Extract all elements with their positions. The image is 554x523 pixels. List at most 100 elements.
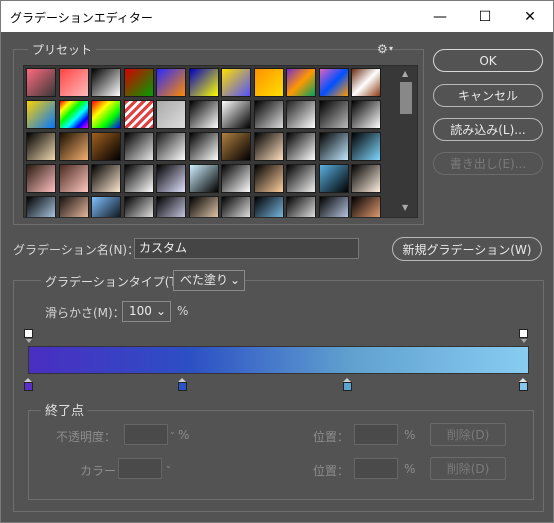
- preset-swatch[interactable]: [156, 68, 186, 97]
- preset-swatch[interactable]: [253, 68, 284, 97]
- preset-swatch[interactable]: [156, 100, 186, 129]
- preset-swatch[interactable]: [351, 196, 381, 217]
- gradient-preview-bar[interactable]: [28, 346, 529, 374]
- scroll-up-icon[interactable]: ▲: [402, 69, 408, 78]
- minimize-button[interactable]: —: [417, 1, 463, 32]
- new-gradient-button[interactable]: 新規グラデーション(W): [392, 237, 542, 261]
- preset-swatch[interactable]: [318, 100, 349, 129]
- preset-swatch[interactable]: [91, 164, 121, 193]
- preset-swatch[interactable]: [253, 196, 284, 217]
- color-stop-1[interactable]: [24, 378, 33, 391]
- opacity-stop-right[interactable]: [519, 329, 528, 343]
- color-swatch-input[interactable]: [118, 458, 162, 479]
- opacity-unit: %: [178, 428, 190, 442]
- load-button[interactable]: 読み込み(L)...: [433, 118, 543, 141]
- preset-swatch[interactable]: [221, 68, 251, 97]
- preset-swatch[interactable]: [58, 132, 89, 161]
- preset-swatch[interactable]: [91, 100, 121, 129]
- opacity-location-unit: %: [404, 428, 416, 442]
- preset-swatch[interactable]: [286, 68, 316, 97]
- gradient-editor-window: グラデーションエディター — ☐ ✕ プリセット ⚙ ▾ ▲ ▼ OK キャンセ…: [0, 0, 554, 523]
- preset-swatch[interactable]: [318, 164, 349, 193]
- preset-swatch[interactable]: [58, 100, 89, 129]
- preset-swatch[interactable]: [253, 100, 284, 129]
- preset-swatch[interactable]: [188, 164, 219, 193]
- scroll-thumb[interactable]: [400, 82, 412, 114]
- preset-swatch[interactable]: [123, 68, 154, 97]
- preset-swatch[interactable]: [286, 164, 316, 193]
- preset-swatch[interactable]: [26, 68, 56, 97]
- chevron-down-icon[interactable]: ▾: [389, 44, 393, 53]
- preset-swatch[interactable]: [318, 68, 349, 97]
- preset-swatch[interactable]: [318, 196, 349, 217]
- gradient-name-label: グラデーション名(N)：: [13, 243, 140, 257]
- preset-swatch[interactable]: [286, 132, 316, 161]
- preset-swatch[interactable]: [58, 196, 89, 217]
- color-stop-3[interactable]: [343, 378, 352, 391]
- gear-icon[interactable]: ⚙: [377, 42, 388, 56]
- preset-swatch[interactable]: [286, 196, 316, 217]
- preset-swatch[interactable]: [221, 100, 251, 129]
- preset-swatch[interactable]: [156, 132, 186, 161]
- preset-swatch[interactable]: [26, 132, 56, 161]
- gradient-type-select[interactable]: べた塗り ⌄: [173, 270, 245, 291]
- maximize-button[interactable]: ☐: [462, 1, 508, 32]
- color-stop-2[interactable]: [178, 378, 187, 391]
- preset-swatch[interactable]: [58, 164, 89, 193]
- color-location-input[interactable]: [354, 458, 398, 479]
- ok-button[interactable]: OK: [433, 49, 543, 72]
- opacity-input[interactable]: [124, 424, 168, 445]
- preset-swatch[interactable]: [351, 132, 381, 161]
- delete-opacity-stop-button[interactable]: 削除(D): [430, 423, 506, 446]
- preset-scrollbar[interactable]: ▲ ▼: [397, 66, 415, 215]
- window-title: グラデーションエディター: [10, 11, 153, 25]
- opacity-label: 不透明度：: [56, 430, 117, 444]
- preset-swatch[interactable]: [123, 132, 154, 161]
- cancel-button[interactable]: キャンセル: [433, 84, 543, 107]
- smoothness-label: 滑らかさ(M)：: [45, 306, 125, 320]
- preset-swatch[interactable]: [318, 132, 349, 161]
- preset-swatch[interactable]: [156, 164, 186, 193]
- preset-grid: [23, 65, 418, 218]
- gradient-name-input[interactable]: カスタム: [134, 238, 359, 259]
- preset-swatch[interactable]: [188, 196, 219, 217]
- preset-swatch[interactable]: [253, 132, 284, 161]
- preset-swatch[interactable]: [221, 132, 251, 161]
- preset-swatch[interactable]: [188, 132, 219, 161]
- preset-swatch[interactable]: [221, 196, 251, 217]
- color-stop-swatch: [519, 382, 528, 391]
- preset-swatch[interactable]: [188, 100, 219, 129]
- preset-swatch[interactable]: [123, 100, 154, 129]
- delete-color-stop-button[interactable]: 削除(D): [430, 457, 506, 480]
- preset-swatch[interactable]: [286, 100, 316, 129]
- preset-swatch[interactable]: [156, 196, 186, 217]
- preset-swatch[interactable]: [351, 164, 381, 193]
- save-button[interactable]: 書き出し(E)...: [433, 152, 543, 175]
- preset-swatch[interactable]: [26, 164, 56, 193]
- color-location-label: 位置：: [313, 464, 350, 478]
- preset-swatch[interactable]: [123, 164, 154, 193]
- smoothness-input[interactable]: 100 ⌄: [122, 301, 171, 322]
- preset-swatch[interactable]: [221, 164, 251, 193]
- preset-swatch[interactable]: [91, 196, 121, 217]
- preset-swatch[interactable]: [351, 100, 381, 129]
- opacity-location-input[interactable]: [354, 424, 398, 445]
- preset-swatch[interactable]: [58, 68, 89, 97]
- preset-swatch[interactable]: [351, 68, 381, 97]
- preset-swatch[interactable]: [91, 68, 121, 97]
- preset-swatch[interactable]: [91, 132, 121, 161]
- color-stop-4[interactable]: [519, 378, 528, 391]
- scroll-down-icon[interactable]: ▼: [402, 203, 408, 212]
- preset-swatch[interactable]: [123, 196, 154, 217]
- preset-swatch[interactable]: [26, 196, 56, 217]
- chevron-down-icon: ⌄: [169, 427, 176, 436]
- preset-swatch[interactable]: [253, 164, 284, 193]
- smoothness-unit: %: [177, 304, 189, 318]
- color-location-unit: %: [404, 462, 416, 476]
- chevron-down-icon: ⌄: [229, 273, 240, 287]
- preset-swatch[interactable]: [26, 100, 56, 129]
- close-button[interactable]: ✕: [507, 1, 553, 32]
- chevron-down-icon: ⌄: [165, 461, 172, 470]
- opacity-stop-left[interactable]: [24, 329, 33, 343]
- preset-swatch[interactable]: [188, 68, 219, 97]
